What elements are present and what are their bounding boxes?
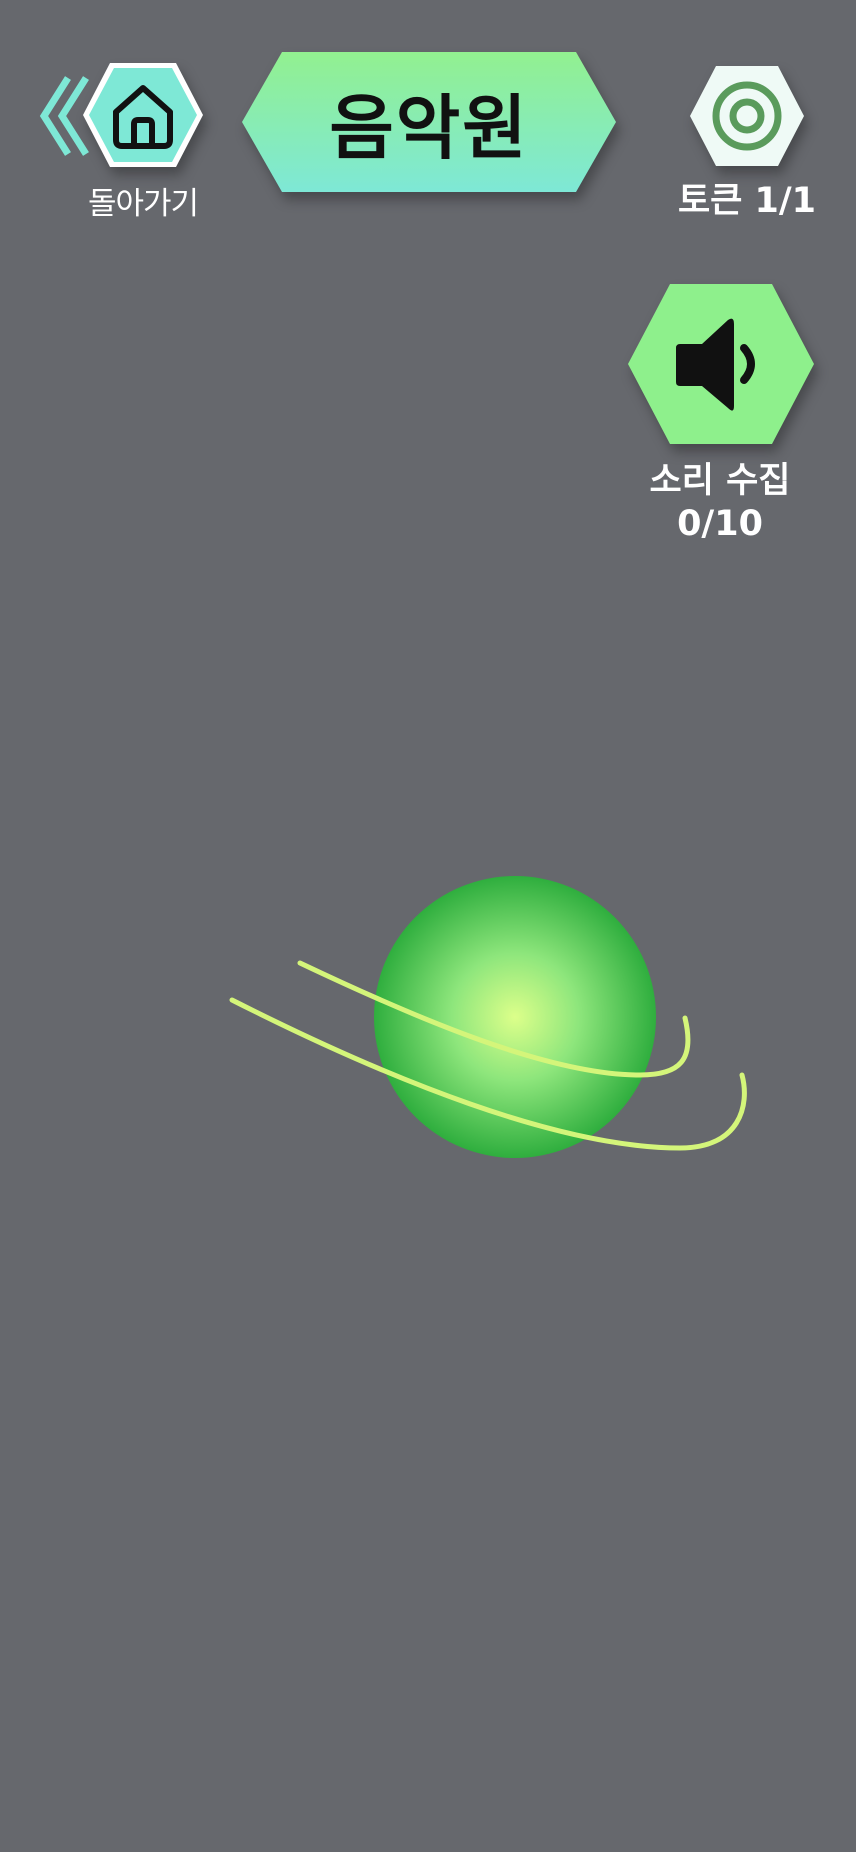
page-title: 음악원 <box>329 86 529 169</box>
sound-label-title: 소리 수집 <box>649 461 791 501</box>
home-button[interactable] <box>80 60 206 170</box>
token-counter: 토큰 1/1 <box>677 181 817 221</box>
title-banner: 음악원 <box>242 52 616 192</box>
game-screen: 돌아가기 음악원 토큰 1/1 소리 수집 0/10 <box>0 0 856 1852</box>
sound-label-count: 0/10 <box>677 504 763 544</box>
back-label: 돌아가기 <box>87 186 199 222</box>
token-button[interactable] <box>688 64 806 168</box>
sound-button[interactable] <box>626 282 816 446</box>
sound-collection-label: 소리 수집 0/10 <box>620 460 820 546</box>
planet[interactable] <box>220 860 760 1180</box>
